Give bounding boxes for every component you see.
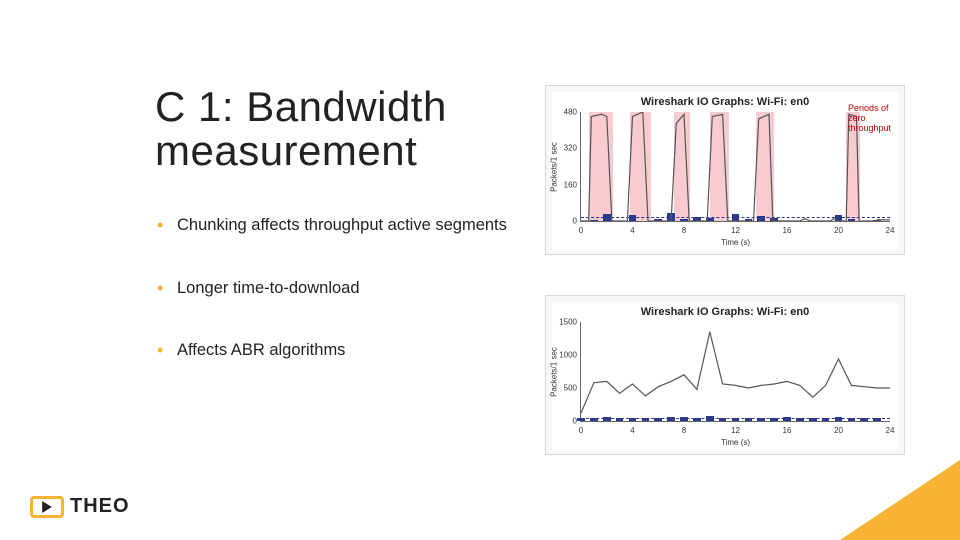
x-tick: 4 — [630, 226, 634, 235]
y-tick: 1500 — [555, 318, 577, 327]
x-tick: 0 — [579, 226, 583, 235]
corner-accent — [840, 460, 960, 540]
chart-title: Wireshark IO Graphs: Wi-Fi: en0 — [552, 302, 898, 320]
bullet-item: Affects ABR algorithms — [155, 340, 535, 361]
bullet-list: Chunking affects throughput active segme… — [155, 215, 535, 361]
x-axis-label: Time (s) — [721, 238, 750, 247]
x-tick: 16 — [783, 426, 792, 435]
x-tick: 12 — [731, 226, 740, 235]
y-tick: 320 — [555, 144, 577, 153]
x-axis-label: Time (s) — [721, 438, 750, 447]
brand-logo: THEO — [30, 495, 130, 518]
x-tick: 20 — [834, 226, 843, 235]
chart-title: Wireshark IO Graphs: Wi-Fi: en0 — [552, 92, 898, 110]
y-tick: 480 — [555, 108, 577, 117]
x-tick: 0 — [579, 426, 583, 435]
x-tick: 12 — [731, 426, 740, 435]
y-tick: 0 — [555, 217, 577, 226]
x-tick: 24 — [886, 426, 895, 435]
x-tick: 24 — [886, 226, 895, 235]
bullet-item: Chunking affects throughput active segme… — [155, 215, 535, 236]
x-tick: 20 — [834, 426, 843, 435]
x-tick: 8 — [682, 226, 686, 235]
text-column: C 1: Bandwidth measurement Chunking affe… — [155, 85, 535, 403]
play-icon — [30, 496, 64, 518]
brand-name: THEO — [70, 495, 130, 518]
x-tick: 4 — [630, 426, 634, 435]
y-tick: 0 — [555, 417, 577, 426]
chart-plot-area: Packets/1 sec Time (s) 01603204800481216… — [580, 112, 890, 222]
y-tick: 160 — [555, 180, 577, 189]
charts-column: Wireshark IO Graphs: Wi-Fi: en0 Packets/… — [545, 85, 905, 495]
chart-plot-area: Packets/1 sec Time (s) 05001000150004812… — [580, 322, 890, 422]
y-tick: 1000 — [555, 351, 577, 360]
chart-annotation: Periods of zero throughput — [848, 104, 906, 134]
chart-bottom: Wireshark IO Graphs: Wi-Fi: en0 Packets/… — [545, 295, 905, 455]
chart-top: Wireshark IO Graphs: Wi-Fi: en0 Packets/… — [545, 85, 905, 255]
x-tick: 8 — [682, 426, 686, 435]
y-tick: 500 — [555, 384, 577, 393]
slide: C 1: Bandwidth measurement Chunking affe… — [0, 0, 960, 540]
slide-title: C 1: Bandwidth measurement — [155, 85, 535, 173]
x-tick: 16 — [783, 226, 792, 235]
bullet-item: Longer time-to-download — [155, 278, 535, 299]
